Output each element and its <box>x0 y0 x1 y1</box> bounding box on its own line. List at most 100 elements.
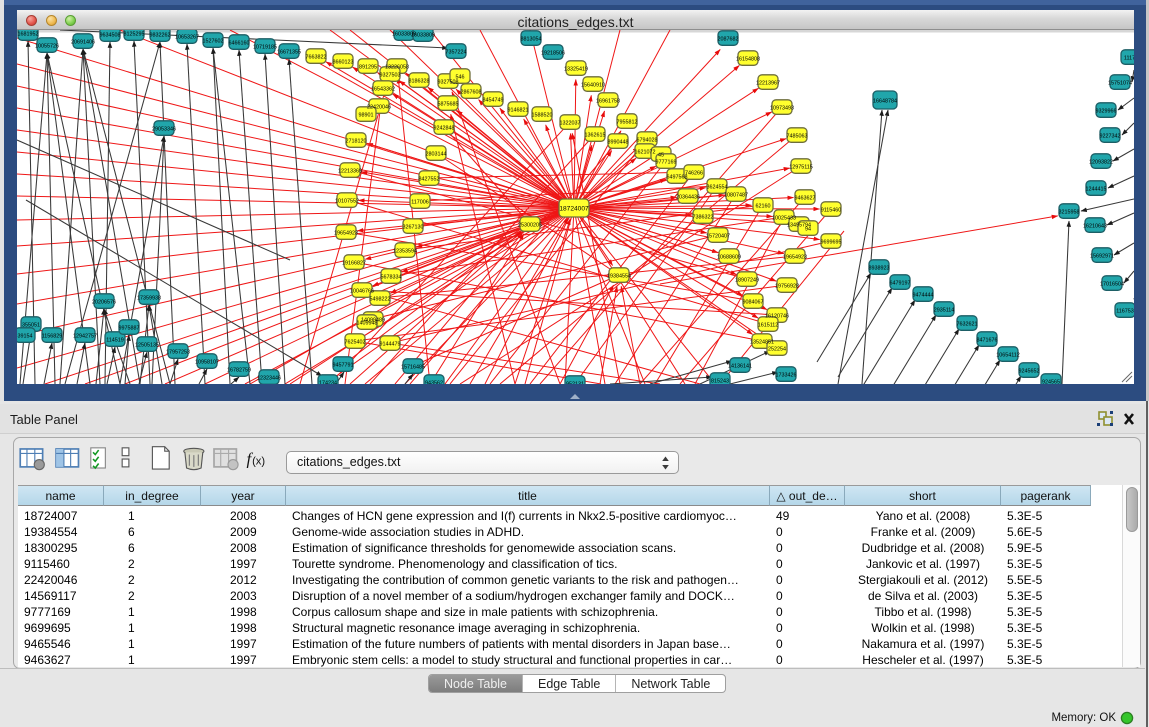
svg-text:8471676: 8471676 <box>977 337 998 343</box>
svg-text:1156829: 1156829 <box>42 333 63 339</box>
svg-text:7485063: 7485063 <box>787 133 808 139</box>
svg-text:10107552: 10107552 <box>335 198 359 204</box>
svg-text:2935114: 2935114 <box>934 307 955 313</box>
svg-text:19384554: 19384554 <box>607 273 631 279</box>
svg-text:10719185: 10719185 <box>253 44 277 50</box>
svg-text:17957253: 17957253 <box>166 349 190 355</box>
svg-text:1527602: 1527602 <box>203 38 224 44</box>
svg-text:6466160: 6466160 <box>229 40 250 46</box>
svg-text:9777169: 9777169 <box>656 159 677 165</box>
svg-text:9975887: 9975887 <box>119 325 140 331</box>
svg-text:9832262: 9832262 <box>150 32 171 38</box>
svg-text:1322037: 1322037 <box>560 120 581 126</box>
svg-text:5498222: 5498222 <box>370 296 391 302</box>
svg-text:6794028: 6794028 <box>637 137 658 143</box>
svg-text:7625402: 7625402 <box>345 339 366 345</box>
svg-text:8427552: 8427552 <box>419 176 440 182</box>
svg-text:9084067: 9084067 <box>743 299 764 305</box>
svg-text:2718120: 2718120 <box>346 138 367 144</box>
svg-text:11172: 11172 <box>1124 55 1134 61</box>
svg-text:20364436: 20364436 <box>676 194 700 200</box>
svg-text:10807487: 10807487 <box>724 192 748 198</box>
svg-text:10046766: 10046766 <box>350 288 374 294</box>
svg-text:12213369: 12213369 <box>338 168 362 174</box>
svg-text:13226058: 13226058 <box>385 64 409 70</box>
svg-text:12093822: 12093822 <box>1089 159 1113 165</box>
svg-text:1621072: 1621072 <box>635 149 656 155</box>
svg-text:9115460: 9115460 <box>821 207 842 213</box>
svg-text:1409948: 1409948 <box>357 320 378 326</box>
svg-text:9242848: 9242848 <box>434 125 455 131</box>
svg-text:19166827: 19166827 <box>342 260 366 266</box>
svg-text:8990448: 8990448 <box>608 139 629 145</box>
svg-text:10654112: 10654112 <box>996 352 1020 358</box>
svg-text:15692971: 15692971 <box>1090 253 1114 259</box>
svg-text:10653267: 10653267 <box>175 34 199 40</box>
svg-text:14136141: 14136141 <box>728 363 752 369</box>
svg-text:2803144: 2803144 <box>426 151 447 157</box>
svg-text:9457791: 9457791 <box>333 362 354 368</box>
svg-text:5875685: 5875685 <box>438 101 459 107</box>
svg-text:15640910: 15640910 <box>581 82 605 88</box>
svg-text:17359938: 17359938 <box>137 295 161 301</box>
svg-text:15720407: 15720407 <box>706 233 730 239</box>
svg-text:8813054: 8813054 <box>521 36 542 42</box>
svg-text:7663822: 7663822 <box>306 54 327 60</box>
svg-text:1681952: 1681952 <box>18 31 39 37</box>
svg-text:16543362: 16543362 <box>371 86 395 92</box>
svg-text:1615112: 1615112 <box>758 322 779 328</box>
svg-text:8186328: 8186328 <box>409 78 430 84</box>
svg-text:117006: 117006 <box>411 199 429 205</box>
svg-text:6479197: 6479197 <box>890 280 911 286</box>
svg-text:98901: 98901 <box>359 112 374 118</box>
svg-text:815243: 815243 <box>711 378 729 384</box>
svg-text:9146821: 9146821 <box>508 107 529 113</box>
svg-text:546: 546 <box>456 74 465 80</box>
svg-text:13325419: 13325419 <box>564 66 588 72</box>
svg-text:16782759: 16782759 <box>227 367 251 373</box>
svg-text:12975115: 12975115 <box>789 164 813 170</box>
svg-text:15716485: 15716485 <box>401 364 425 370</box>
svg-text:10055726: 10055726 <box>35 43 59 49</box>
svg-text:7632621: 7632621 <box>957 321 978 327</box>
svg-text:1244415: 1244415 <box>1086 186 1107 192</box>
svg-text:12213967: 12213967 <box>756 80 780 86</box>
svg-text:16154808: 16154808 <box>736 56 760 62</box>
svg-text:(x): (x) <box>252 456 265 468</box>
svg-text:10973493: 10973493 <box>770 105 794 111</box>
svg-text:1362615: 1362615 <box>585 132 606 138</box>
svg-text:114519: 114519 <box>106 337 124 343</box>
svg-text:8454749: 8454749 <box>483 97 504 103</box>
svg-text:10025433: 10025433 <box>772 215 796 221</box>
svg-text:9474444: 9474444 <box>913 292 934 298</box>
svg-text:5678334: 5678334 <box>381 274 402 280</box>
svg-text:3267130: 3267130 <box>403 224 424 230</box>
svg-text:17016504: 17016504 <box>1100 281 1124 287</box>
svg-text:94: 94 <box>805 226 811 232</box>
svg-text:22420046: 22420046 <box>367 104 391 110</box>
svg-text:29053346: 29053346 <box>152 126 176 132</box>
svg-text:16033809: 16033809 <box>411 32 435 38</box>
svg-text:16961758: 16961758 <box>596 98 620 104</box>
svg-text:9463627: 9463627 <box>795 195 816 201</box>
svg-text:18907249: 18907249 <box>735 277 759 283</box>
svg-text:3624554: 3624554 <box>707 184 728 190</box>
svg-text:19756928: 19756928 <box>775 283 799 289</box>
svg-text:7357224: 7357224 <box>446 49 467 55</box>
svg-text:3215958: 3215958 <box>1059 209 1080 215</box>
svg-text:19654923: 19654923 <box>334 230 358 236</box>
svg-text:20691406: 20691406 <box>71 39 95 45</box>
svg-text:16648784: 16648784 <box>873 98 897 104</box>
svg-text:8938923: 8938923 <box>869 265 890 271</box>
svg-text:9329966: 9329966 <box>1096 108 1117 114</box>
svg-text:891295: 891295 <box>359 64 377 70</box>
svg-text:116753: 116753 <box>1116 308 1134 314</box>
svg-text:10688609: 10688609 <box>717 254 741 260</box>
svg-text:19654923: 19654923 <box>783 254 807 260</box>
svg-text:1588520: 1588520 <box>532 112 553 118</box>
svg-text:174234: 174234 <box>319 380 337 384</box>
svg-text:7955812: 7955812 <box>617 119 638 125</box>
svg-text:9227342: 9227342 <box>1100 133 1121 139</box>
svg-text:62160: 62160 <box>756 203 771 209</box>
svg-text:13524851: 13524851 <box>750 339 774 345</box>
